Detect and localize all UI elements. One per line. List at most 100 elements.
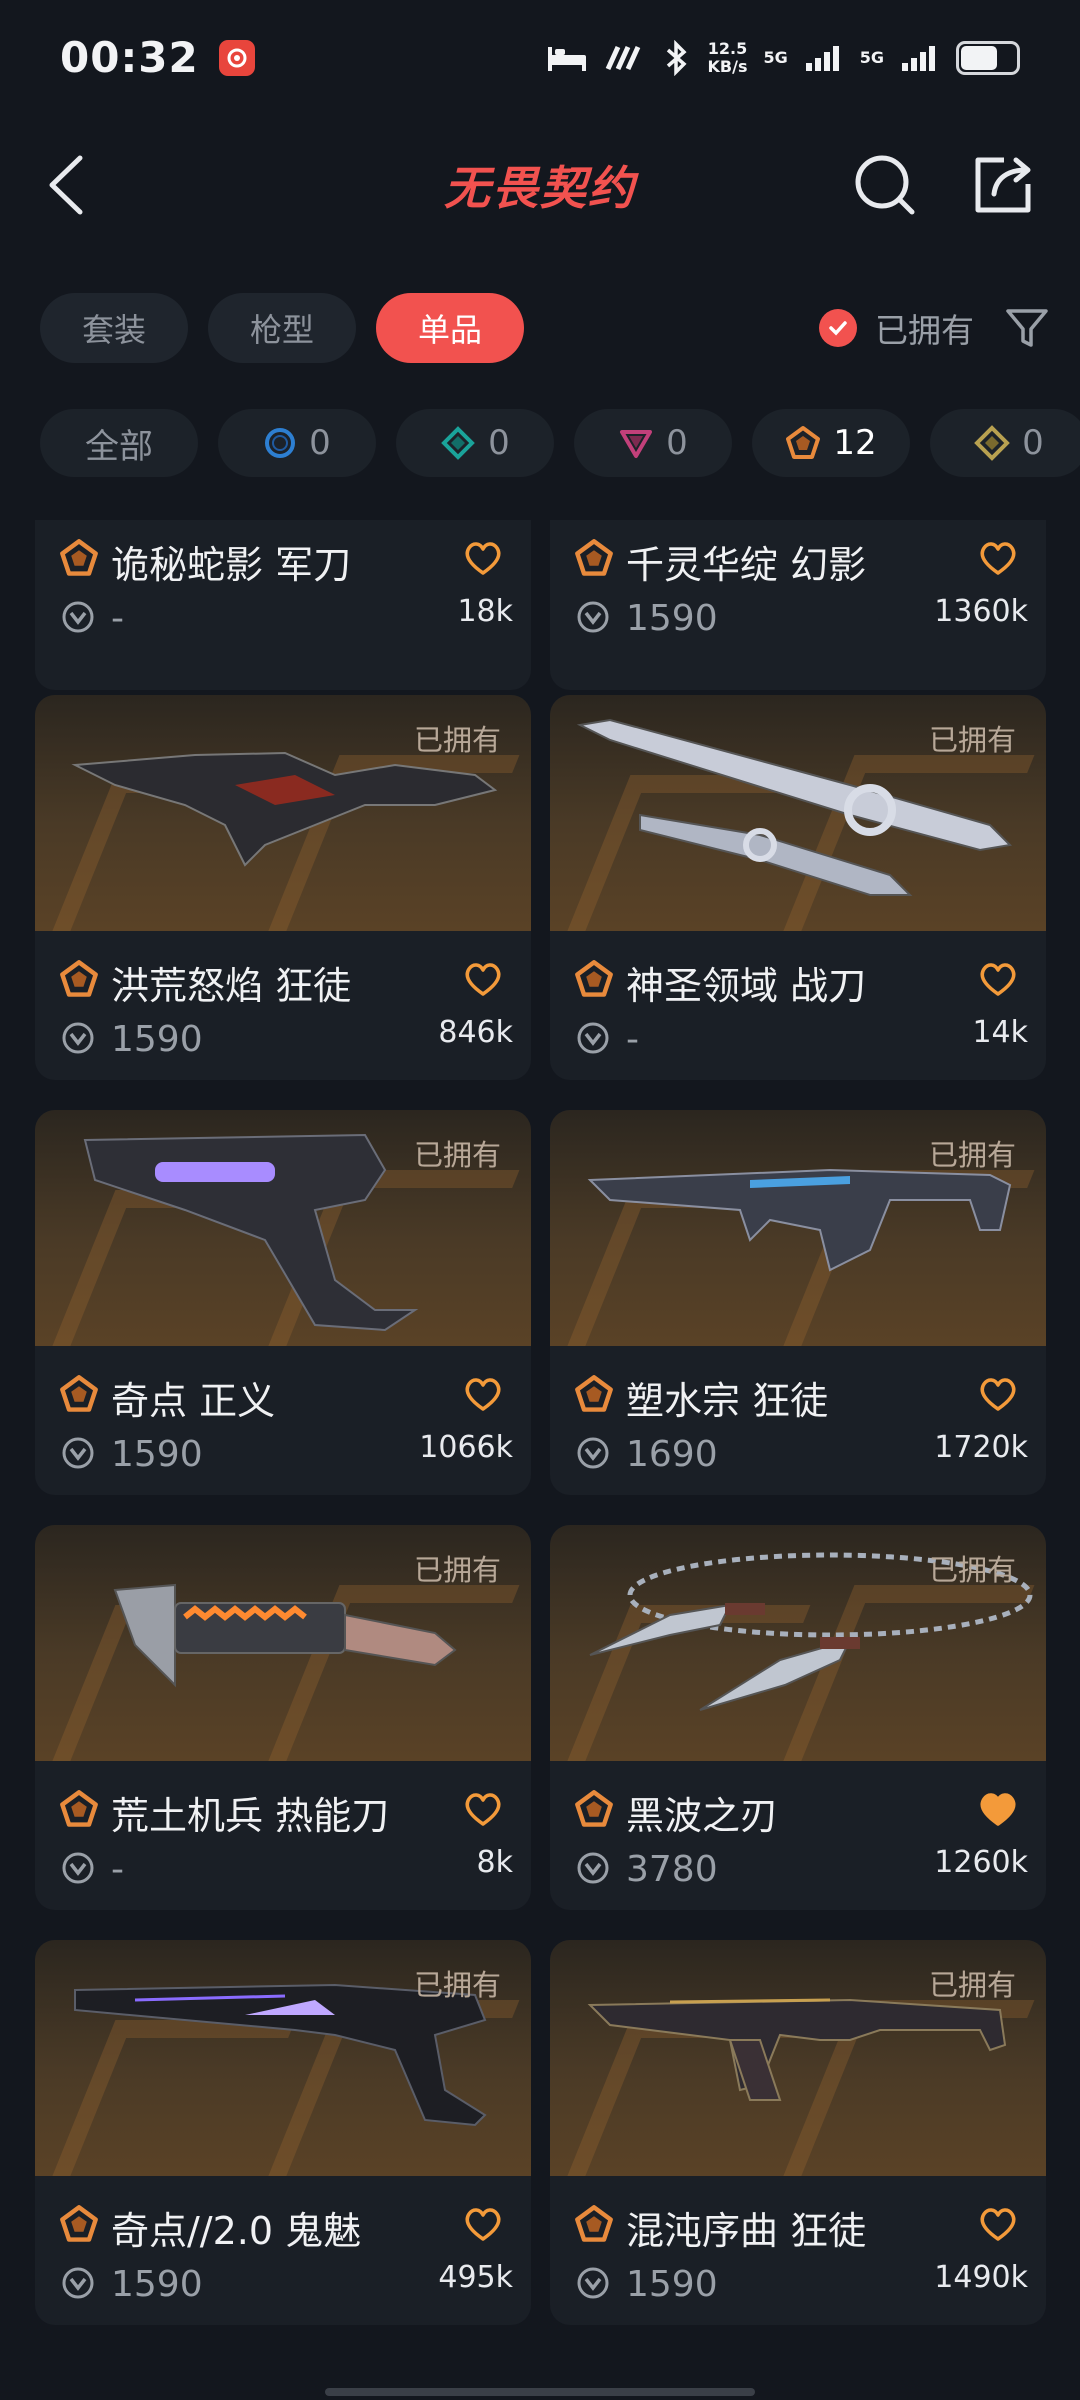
exclusive-tier-icon [60,1375,98,1412]
vp-currency-icon [577,1437,609,1469]
item-price: 1590 [626,598,718,639]
heart-outline-icon[interactable] [978,540,1018,576]
item-price: 1590 [111,1434,203,1475]
rarity-chip-count: 0 [666,423,688,463]
owned-tag: 已拥有 [413,723,501,757]
heart-outline-icon[interactable] [978,2206,1018,2242]
rarity-chip-premium[interactable]: 0 [574,409,732,477]
item-card[interactable]: 千灵华绽 幻影 1590 1360k [550,520,1046,690]
vp-currency-icon [62,601,94,633]
item-price: 1590 [626,2264,718,2305]
item-likes: 846k [438,1015,513,1050]
owned-tag: 已拥有 [928,1968,1016,2002]
item-card[interactable]: 已拥有 塑水宗 狂徒 1690 1720k [550,1110,1046,1495]
premium-tier-icon [620,430,653,458]
item-price: 1590 [111,1019,203,1060]
rarity-chip-ultra[interactable]: 0 [930,409,1080,477]
item-price: - [111,1849,124,1890]
item-image: 已拥有 [550,695,1046,931]
item-card[interactable]: 已拥有 奇点//2.0 鬼魅 1590 495k [35,1940,531,2325]
exclusive-tier-icon [60,539,98,576]
rarity-chip-label: 全部 [85,426,153,467]
item-likes: 8k [476,1845,513,1880]
vp-currency-icon [577,601,609,633]
tab-bundle[interactable]: 套装 [40,293,189,363]
item-card[interactable]: 已拥有 奇点 正义 1590 1066k [35,1110,531,1495]
heart-outline-icon[interactable] [463,961,503,997]
item-likes: 14k [972,1015,1028,1050]
vp-currency-icon [62,1437,94,1469]
exclusive-tier-icon [60,1790,98,1827]
heart-outline-icon[interactable] [463,1791,503,1827]
vp-currency-icon [577,1852,609,1884]
item-likes: 1260k [934,1845,1028,1880]
heart-filled-icon[interactable] [978,1791,1018,1827]
rarity-chip-exclusive[interactable]: 12 [752,409,910,477]
check-icon[interactable] [819,309,857,347]
owned-tag: 已拥有 [928,723,1016,757]
owned-tag: 已拥有 [413,1138,501,1172]
rarity-chip-count: 0 [488,423,510,463]
share-icon[interactable] [968,150,1038,220]
vp-currency-icon [62,1852,94,1884]
rarity-chip-all[interactable]: 全部 [40,409,198,477]
item-likes: 1360k [934,594,1028,629]
signal-bars-icon [805,45,839,71]
item-likes: 18k [457,594,513,629]
app-header: 无畏契约 [0,130,1080,240]
bed-icon [547,46,586,71]
heart-outline-icon[interactable] [463,540,503,576]
tab-single-item[interactable]: 单品 [376,293,525,363]
item-card[interactable]: 已拥有 洪荒怒焰 狂徒 1590 846k [35,695,531,1080]
back-arrow-icon[interactable] [42,152,102,218]
item-price: 3780 [626,1849,718,1890]
heart-outline-icon[interactable] [978,1376,1018,1412]
owned-filter-label: 已拥有 [875,311,974,350]
item-image: 已拥有 [35,695,531,931]
item-price: 1690 [626,1434,718,1475]
exclusive-tier-icon [575,539,613,576]
rarity-chip-deluxe[interactable]: 0 [396,409,554,477]
tab-weapon-type[interactable]: 枪型 [208,293,357,363]
item-name: 混沌序曲 狂徒 [626,2209,867,2253]
item-price: 1590 [111,2264,203,2305]
vp-currency-icon [62,2267,94,2299]
item-name: 诡秘蛇影 军刀 [111,543,352,587]
rarity-chip-count: 0 [1022,423,1044,463]
battery-icon [956,40,1020,75]
net-speed: 12.5 KB/s [707,38,748,76]
vp-currency-icon [577,1022,609,1054]
item-card[interactable]: 已拥有 神圣领域 战刀 - 14k [550,695,1046,1080]
rarity-chip-count: 0 [309,423,331,463]
exclusive-tier-icon [575,960,613,997]
net-speed-value: 12.5 [707,38,748,58]
ultra-tier-icon [974,425,1011,461]
heart-outline-icon[interactable] [463,2206,503,2242]
search-icon[interactable] [850,150,920,220]
bluetooth-icon [666,39,687,76]
item-name: 洪荒怒焰 狂徒 [111,964,352,1008]
item-name: 塑水宗 狂徒 [626,1379,829,1423]
vp-currency-icon [577,2267,609,2299]
item-card[interactable]: 已拥有 混沌序曲 狂徒 1590 1490k [550,1940,1046,2325]
heart-outline-icon[interactable] [978,961,1018,997]
owned-filter-toggle[interactable]: 已拥有 [819,304,974,352]
deluxe-tier-icon [441,426,476,460]
heart-outline-icon[interactable] [463,1376,503,1412]
item-card[interactable]: 已拥有 荒土机兵 热能刀 - 8k [35,1525,531,1910]
item-card[interactable]: 已拥有 黑波之刃 3780 1260k [550,1525,1046,1910]
item-likes: 1066k [419,1430,513,1465]
item-price: - [111,598,124,639]
owned-tag: 已拥有 [928,1553,1016,1587]
home-indicator[interactable] [325,2388,755,2396]
item-likes: 1720k [934,1430,1028,1465]
signal-5g-label-2: 5G [859,48,884,67]
owned-tag: 已拥有 [413,1968,501,2002]
exclusive-tier-icon [575,1790,613,1827]
filter-icon[interactable] [1004,305,1050,351]
rarity-chip-select[interactable]: 0 [218,409,376,477]
status-time: 00:32 [60,33,199,82]
rarity-chip-count: 12 [833,423,877,463]
item-card[interactable]: 诡秘蛇影 军刀 - 18k [35,520,531,690]
status-bar: 00:32 12.5 KB/s 5G 5G [0,0,1080,115]
